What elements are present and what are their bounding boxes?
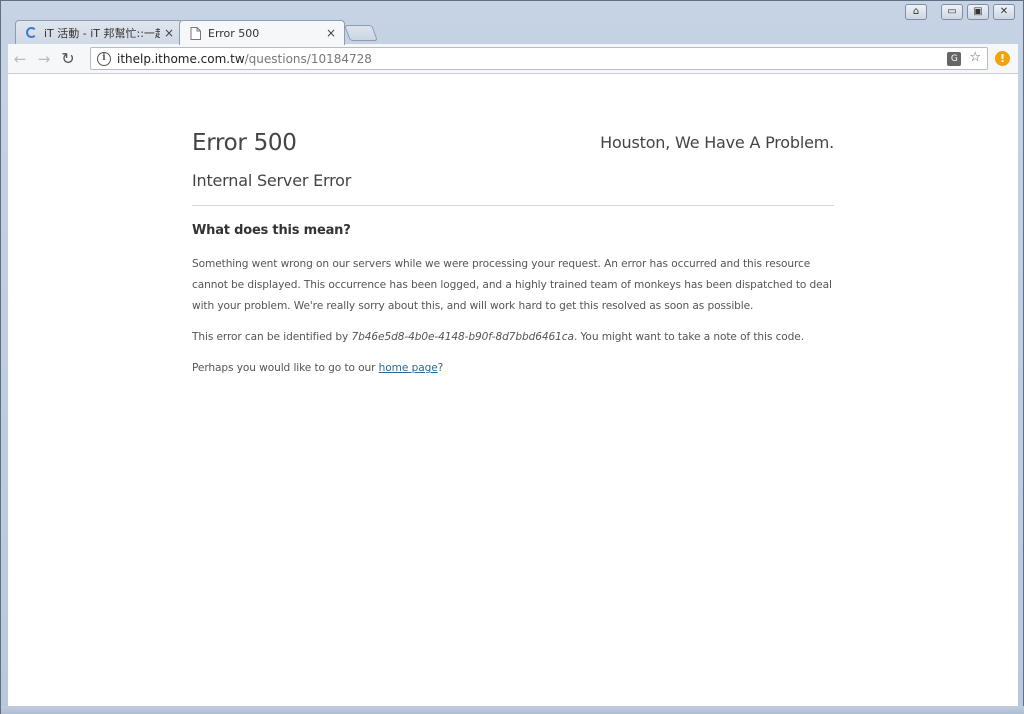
window-controls: ⌂ ▭ ▣ ✕: [905, 4, 1015, 20]
section-heading: What does this mean?: [192, 223, 351, 238]
tab-error-500[interactable]: Error 500 ×: [179, 20, 345, 45]
reload-button[interactable]: ↻: [56, 47, 80, 71]
home-page-link[interactable]: home page: [379, 362, 438, 374]
close-tab-icon[interactable]: ×: [326, 26, 336, 40]
page-tagline: Houston, We Have A Problem.: [600, 133, 834, 152]
bookmark-star-icon[interactable]: ☆: [969, 50, 981, 66]
window-bottom-frame: [1, 706, 1024, 714]
minimize-button[interactable]: ▭: [941, 4, 963, 20]
error-id-prefix: This error can be identified by: [192, 331, 352, 343]
translate-icon[interactable]: G: [947, 52, 962, 66]
error-id-suffix: . You might want to take a note of this …: [573, 331, 804, 343]
divider: [192, 205, 834, 206]
home-suggestion-paragraph: Perhaps you would like to go to our home…: [192, 358, 834, 379]
info-icon[interactable]: i: [97, 51, 111, 66]
error-content: Error 500 Houston, We Have A Problem. In…: [192, 130, 834, 379]
page-viewport: Error 500 Houston, We Have A Problem. In…: [8, 74, 1018, 706]
page-subtitle: Internal Server Error: [192, 171, 352, 190]
new-tab-button[interactable]: [344, 25, 378, 41]
forward-button[interactable]: →: [32, 47, 56, 71]
explanation-paragraph: Something went wrong on our servers whil…: [192, 258, 832, 312]
restore-button[interactable]: ▣: [967, 4, 989, 20]
tab-strip: iT 活動 - iT 邦幫忙::一起幫 × Error 500 × ⌂ ▭ ▣ …: [1, 1, 1023, 45]
browser-window: iT 活動 - iT 邦幫忙::一起幫 × Error 500 × ⌂ ▭ ▣ …: [0, 0, 1024, 714]
loading-spinner-icon: [26, 26, 38, 39]
close-window-button[interactable]: ✕: [993, 4, 1015, 20]
user-profile-button[interactable]: ⌂: [905, 4, 927, 20]
home-suggestion-prefix: Perhaps you would like to go to our: [192, 362, 379, 374]
browser-toolbar: ← → ↻ i ithelp.ithome.com.tw /questions/…: [8, 44, 1018, 74]
tab-it-events[interactable]: iT 活動 - iT 邦幫忙::一起幫 ×: [15, 20, 183, 44]
error-id-paragraph: This error can be identified by 7b46e5d8…: [192, 327, 834, 348]
error-code: 7b46e5d8-4b0e-4148-b90f-8d7bbd6461ca: [351, 331, 574, 343]
tab-label: Error 500: [208, 26, 260, 40]
alert-icon[interactable]: !: [995, 51, 1010, 66]
close-tab-icon[interactable]: ×: [164, 26, 174, 40]
page-icon: [190, 27, 202, 40]
home-suggestion-suffix: ?: [437, 362, 444, 374]
url-host: ithelp.ithome.com.tw: [117, 51, 245, 66]
tab-label: iT 活動 - iT 邦幫忙::一起幫: [44, 26, 160, 40]
address-bar[interactable]: i ithelp.ithome.com.tw /questions/101847…: [90, 47, 988, 70]
url-path: /questions/10184728: [244, 51, 372, 66]
back-button[interactable]: ←: [8, 47, 32, 71]
